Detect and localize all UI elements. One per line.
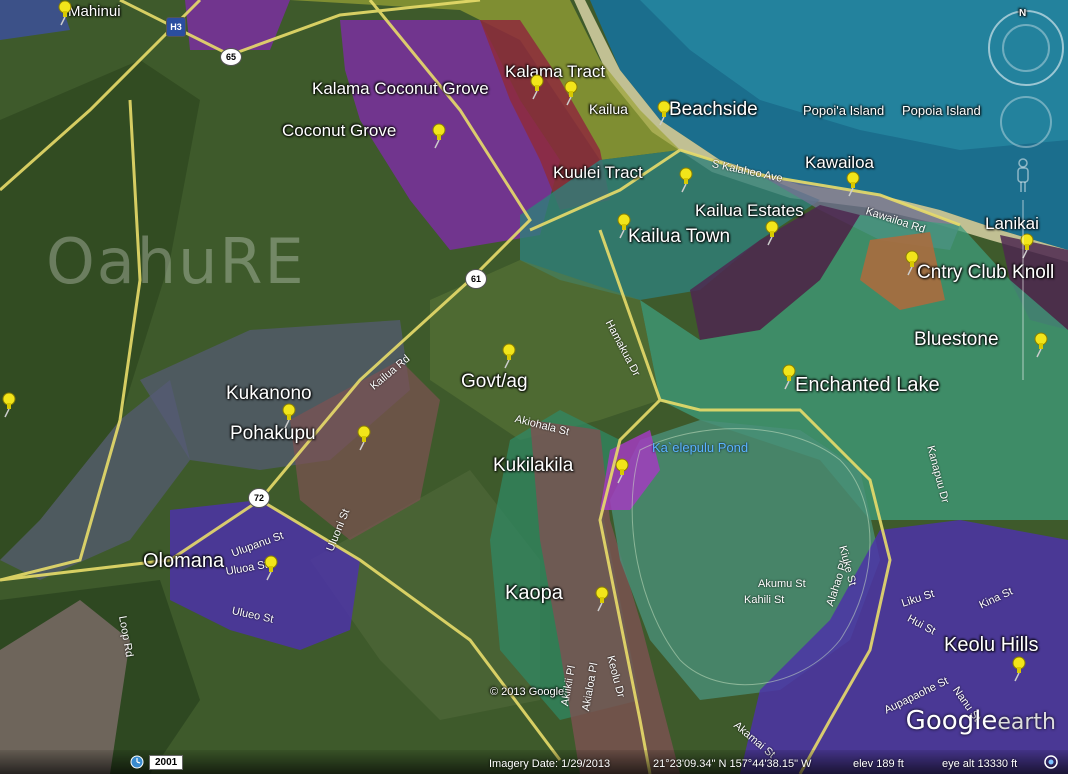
elevation-readout: elev 189 ft	[853, 758, 904, 770]
region-label-pohakupu[interactable]: Pohakupu	[230, 423, 316, 445]
pushpin-icon[interactable]	[562, 80, 580, 106]
region-label-keolu-hills[interactable]: Keolu Hills	[944, 634, 1038, 657]
region-label-kailua-estates[interactable]: Kailua Estates	[695, 201, 804, 221]
move-control[interactable]	[1000, 96, 1052, 148]
logo-suffix: earth	[997, 710, 1056, 735]
region-label-kalama-tract[interactable]: Kalama Tract	[505, 62, 605, 82]
historical-imagery-clock-icon[interactable]	[130, 755, 144, 769]
highway-shield-65: 65	[220, 48, 242, 66]
region-label-olomana[interactable]: Olomana	[143, 550, 224, 573]
region-label-kaopa[interactable]: Kaopa	[505, 582, 563, 605]
pushpin-icon[interactable]	[262, 555, 280, 581]
region-label-beachside[interactable]: Beachside	[669, 99, 758, 121]
region-label-lanikai[interactable]: Lanikai	[985, 214, 1039, 234]
pushpin-icon[interactable]	[0, 392, 18, 418]
historical-imagery-year[interactable]: 2001	[149, 755, 184, 770]
region-label-kuulei-tract[interactable]: Kuulei Tract	[553, 163, 643, 183]
compass-north-label: N	[1019, 8, 1027, 19]
highway-shield-72: 72	[248, 488, 270, 508]
zoom-slider[interactable]	[1022, 200, 1024, 380]
cursor-coordinates: 21°23'09.34" N 157°44'38.15" W	[653, 758, 812, 770]
place-label-popoia-island-2: Popoia Island	[902, 103, 981, 118]
region-label-bluestone[interactable]: Bluestone	[914, 329, 999, 351]
place-label-kailua: Kailua	[589, 101, 628, 117]
pushpin-icon[interactable]	[615, 213, 633, 239]
pushpin-icon[interactable]	[593, 586, 611, 612]
copyright-text: © 2013 Google	[490, 686, 565, 698]
pushpin-icon[interactable]	[430, 123, 448, 149]
region-label-coconut-grove[interactable]: Coconut Grove	[282, 121, 396, 141]
watermark: OahuRE	[46, 225, 306, 298]
pushpin-icon[interactable]	[56, 0, 74, 26]
pushpin-icon[interactable]	[903, 250, 921, 276]
pushpin-icon[interactable]	[613, 458, 631, 484]
place-label-popoia-island-1: Popoi'a Island	[803, 103, 885, 118]
google-earth-logo: Googleearth	[906, 706, 1056, 736]
streaming-status-icon	[1044, 755, 1058, 769]
pushpin-icon[interactable]	[528, 74, 546, 100]
pushpin-icon[interactable]	[780, 364, 798, 390]
pushpin-icon[interactable]	[355, 425, 373, 451]
pushpin-icon[interactable]	[844, 171, 862, 197]
street-label: Akumu St	[758, 578, 806, 590]
region-label-enchanted-lake[interactable]: Enchanted Lake	[795, 374, 940, 397]
region-label-kawailoa[interactable]: Kawailoa	[805, 153, 874, 173]
pushpin-icon[interactable]	[1018, 233, 1036, 259]
pushpin-icon[interactable]	[1010, 656, 1028, 682]
highway-shield-61: 61	[465, 269, 487, 289]
pushpin-icon[interactable]	[763, 220, 781, 246]
street-label: Kahili St	[744, 594, 785, 606]
logo-brand: Google	[905, 706, 998, 736]
region-label-kalama-coconut-grove[interactable]: Kalama Coconut Grove	[312, 79, 489, 99]
region-label-kukilakila[interactable]: Kukilakila	[493, 455, 573, 477]
highway-shield-h3: H3	[166, 17, 186, 37]
pushpin-icon[interactable]	[280, 403, 298, 429]
region-label-kukanono[interactable]: Kukanono	[226, 383, 312, 405]
street-view-pegman-icon[interactable]	[1014, 158, 1032, 194]
region-label-govt-ag[interactable]: Govt/ag	[461, 371, 528, 393]
pushpin-icon[interactable]	[677, 167, 695, 193]
pushpin-icon[interactable]	[1032, 332, 1050, 358]
pushpin-icon[interactable]	[500, 343, 518, 369]
region-label-cntry-club-knoll[interactable]: Cntry Club Knoll	[917, 262, 1054, 284]
imagery-date: Imagery Date: 1/29/2013	[489, 758, 611, 770]
place-label-kaelepulu-pond: Ka`elepulu Pond	[652, 440, 749, 455]
look-control[interactable]	[1002, 24, 1050, 72]
region-label-kailua-town[interactable]: Kailua Town	[628, 226, 730, 248]
pushpin-icon[interactable]	[655, 100, 673, 126]
eye-altitude-readout: eye alt 13330 ft	[942, 758, 1018, 770]
map-viewport[interactable]: OahuRE H3 65 61 72 Mahinui Kalama Tract …	[0, 0, 1068, 774]
region-label-mahinui[interactable]: Mahinui	[68, 3, 121, 20]
